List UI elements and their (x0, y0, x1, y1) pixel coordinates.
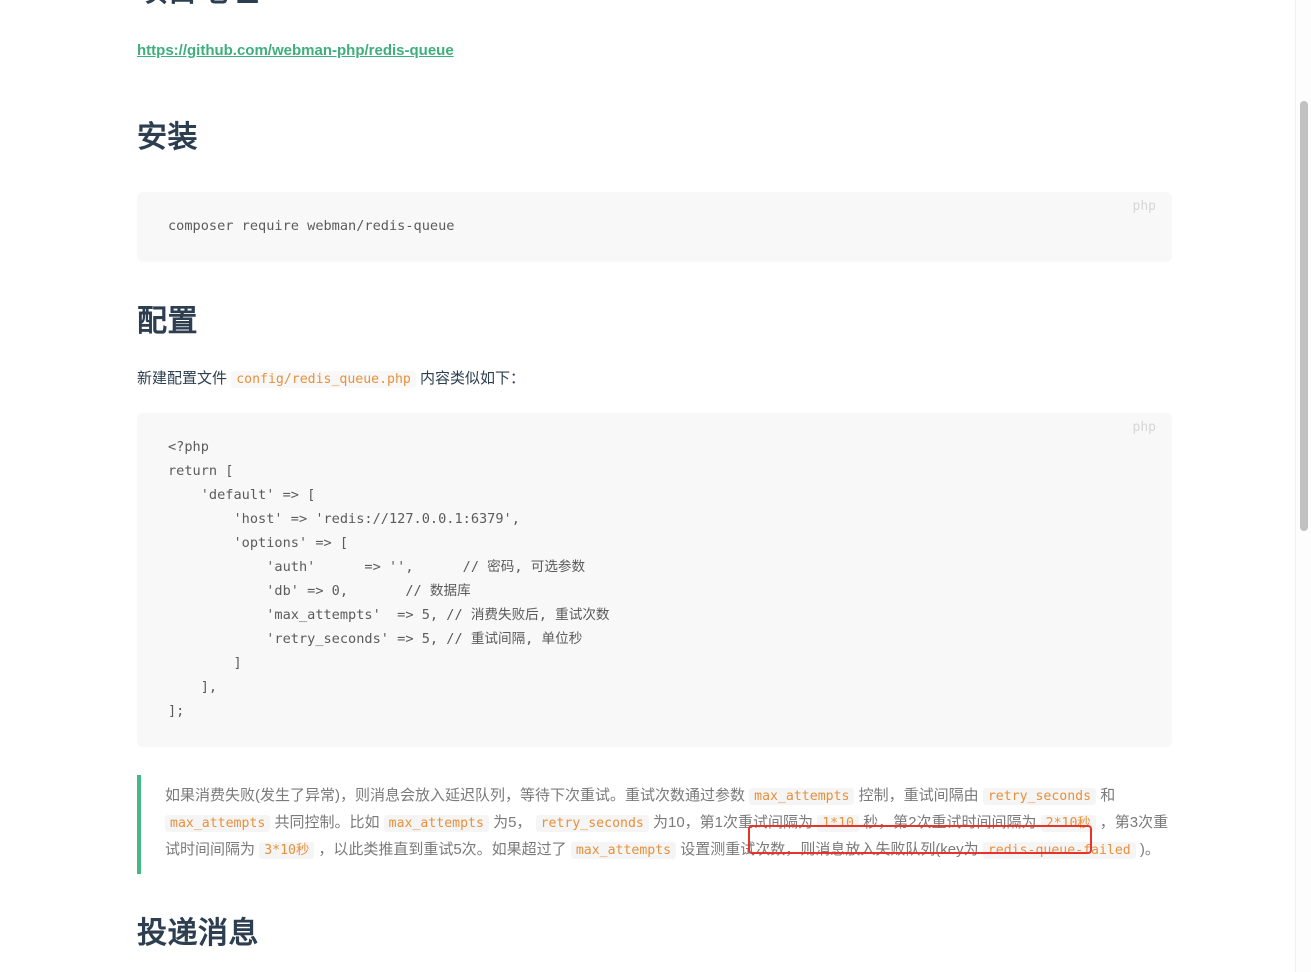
section-project-url: 项目地址 https://github.com/webman-php/redis… (137, 0, 1172, 62)
callout-text-4: 共同控制。比如 (274, 814, 380, 831)
code-language-label: php (1132, 420, 1156, 435)
callout-text-1: 如果消费失败(发生了异常)，则消息会放入延迟队列，等待下次重试。重试次数通过参数 (165, 787, 745, 804)
callout-text-10: 设置测重试次数， (680, 841, 801, 858)
callout-text-9: ，以此类推直到重试5次。如果超过了 (318, 841, 567, 858)
page-scrollbar-thumb[interactable] (1300, 101, 1308, 531)
callout-code-interval-3: 3*10秒 (259, 842, 315, 859)
config-intro-after: 内容类似如下： (420, 370, 526, 387)
callout-code-failed-queue-key: redis-queue-failed (982, 842, 1136, 859)
callout-code-retry-seconds-1: retry_seconds (982, 788, 1097, 805)
github-repo-link[interactable]: https://github.com/webman-php/redis-queu… (137, 40, 454, 62)
tip-callout: 如果消费失败(发生了异常)，则消息会放入延迟队列，等待下次重试。重试次数通过参数… (137, 775, 1172, 874)
heading-install: 安装 (137, 121, 198, 154)
doc-content: 项目地址 https://github.com/webman-php/redis… (137, 0, 1172, 972)
section-send-message: 投递消息 php (137, 914, 1172, 972)
callout-code-interval-2: 2*10秒 (1040, 815, 1096, 832)
callout-text-6: 为10，第1次重试间隔为 (653, 814, 814, 831)
callout-text-7: 秒，第2次重试时间间隔为 (863, 814, 1037, 831)
config-file-path-code: config/redis_queue.php (231, 371, 416, 388)
page-scrollbar-track[interactable] (1295, 0, 1311, 972)
config-intro-paragraph: 新建配置文件 config/redis_queue.php 内容类似如下： (137, 368, 1172, 391)
callout-paragraph: 如果消费失败(发生了异常)，则消息会放入延迟队列，等待下次重试。重试次数通过参数… (165, 783, 1172, 864)
section-config: 配置 新建配置文件 config/redis_queue.php 内容类似如下：… (137, 302, 1172, 747)
callout-code-retry-seconds-2: retry_seconds (535, 815, 649, 832)
heading-config: 配置 (137, 305, 198, 338)
code-block-config[interactable]: php <?php return [ 'default' => [ 'host'… (137, 413, 1172, 747)
code-block-install[interactable]: php composer require webman/redis-queue (137, 192, 1172, 262)
callout-code-max-attempts-2: max_attempts (165, 815, 271, 832)
callout-text-5: 为5， (493, 814, 532, 831)
heading-send-message: 投递消息 (137, 917, 259, 950)
code-content-install: composer require webman/redis-queue (168, 218, 455, 234)
callout-text-2: 控制，重试间隔由 (858, 787, 979, 804)
code-language-label: php (1132, 199, 1156, 214)
code-content-config: <?php return [ 'default' => [ 'host' => … (168, 439, 610, 719)
callout-text-12: )。 (1139, 841, 1160, 858)
section-install: 安装 php composer require webman/redis-que… (137, 118, 1172, 262)
callout-code-interval-1: 1*10 (817, 815, 859, 832)
config-intro-before: 新建配置文件 (137, 370, 228, 387)
callout-text-11: 则消息放入失败队列(key为 (800, 841, 979, 858)
callout-code-max-attempts-4: max_attempts (570, 842, 677, 859)
documentation-page: 项目地址 https://github.com/webman-php/redis… (0, 0, 1311, 972)
heading-project-url: 项目地址 (137, 0, 1172, 12)
callout-code-max-attempts-3: max_attempts (383, 815, 489, 832)
callout-code-max-attempts-1: max_attempts (749, 788, 855, 805)
callout-text-3: 和 (1100, 787, 1116, 804)
